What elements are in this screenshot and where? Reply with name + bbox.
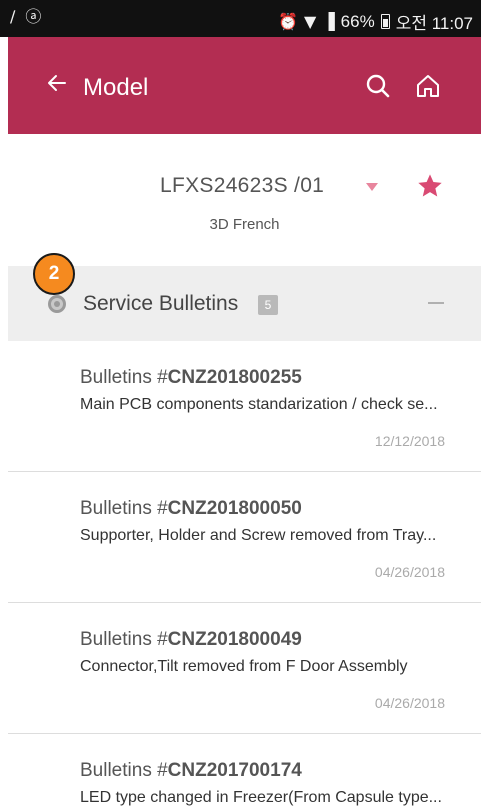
bulletin-id: CNZ201800049: [167, 629, 302, 650]
home-icon[interactable]: [415, 73, 441, 99]
model-type: 3D French: [209, 216, 280, 233]
bulletin-title: Connector,Tilt removed from F Door Assem…: [80, 658, 408, 675]
count-badge: 5: [258, 295, 278, 315]
bulletin-heading: Bulletins #CNZ201700174: [80, 760, 302, 781]
accessibility-icon: ⓐ: [25, 7, 42, 26]
link-icon: ∕: [10, 7, 16, 26]
favorite-star-icon[interactable]: [416, 172, 444, 200]
status-bar: ∕ ⓐ ⏰ ▼ ▐ 66% 오전 11:07: [0, 0, 481, 37]
signal-icon: ▐: [322, 11, 335, 31]
section-title: Service Bulletins: [83, 292, 239, 315]
back-arrow-icon[interactable]: [45, 71, 69, 95]
bulletin-date: 04/26/2018: [374, 564, 445, 580]
bulletin-date: 12/12/2018: [374, 433, 445, 449]
search-icon[interactable]: [365, 73, 391, 99]
service-bulletins-header[interactable]: Service Bulletins 5: [8, 266, 481, 341]
bulletin-date: 04/26/2018: [374, 695, 445, 711]
model-selector[interactable]: LFXS24623S /01: [8, 170, 481, 206]
bulletin-id: CNZ201800050: [167, 498, 302, 519]
list-item[interactable]: Bulletins #CNZ201700174 LED type changed…: [8, 734, 481, 808]
section-radio-icon: [48, 295, 66, 313]
wifi-icon: ▼: [304, 11, 317, 31]
bulletin-heading: Bulletins #CNZ201800255: [80, 367, 302, 388]
battery-percent: 66%: [340, 11, 375, 31]
step-badge: 2: [33, 253, 75, 295]
bulletin-id: CNZ201800255: [167, 367, 302, 388]
app-bar: Model: [8, 37, 481, 134]
status-time: 오전 11:07: [395, 14, 473, 33]
chevron-down-icon[interactable]: [366, 183, 378, 191]
bulletin-heading: Bulletins #CNZ201800049: [80, 629, 302, 650]
bulletin-title: LED type changed in Freezer(From Capsule…: [80, 789, 442, 806]
collapse-icon[interactable]: [428, 302, 444, 304]
bulletin-heading: Bulletins #CNZ201800050: [80, 498, 302, 519]
bulletin-title: Main PCB components standarization / che…: [80, 396, 438, 413]
bulletin-id: CNZ201700174: [167, 760, 302, 781]
list-item[interactable]: Bulletins #CNZ201800050 Supporter, Holde…: [8, 472, 481, 603]
battery-icon: [380, 14, 390, 29]
bulletin-title: Supporter, Holder and Screw removed from…: [80, 527, 437, 544]
list-item[interactable]: Bulletins #CNZ201800049 Connector,Tilt r…: [8, 603, 481, 734]
list-item[interactable]: Bulletins #CNZ201800255 Main PCB compone…: [8, 341, 481, 472]
alarm-icon: ⏰: [278, 11, 299, 31]
model-name: LFXS24623S /01: [160, 174, 325, 197]
page-title: Model: [83, 74, 149, 101]
